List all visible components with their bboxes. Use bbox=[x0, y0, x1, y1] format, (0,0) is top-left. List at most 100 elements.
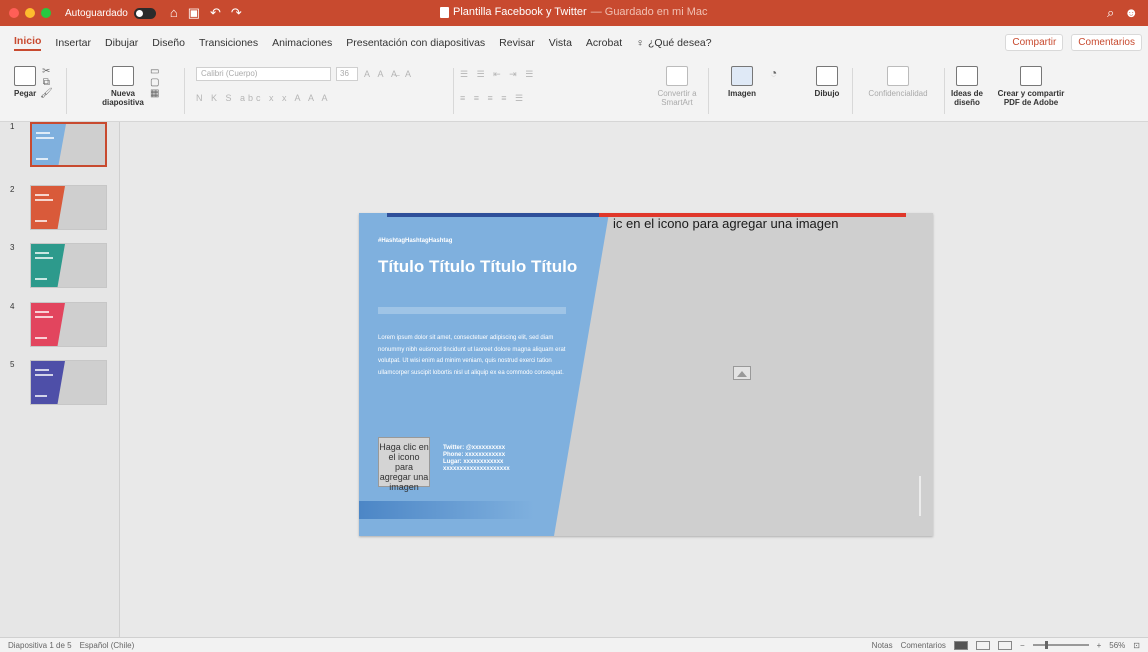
title-divider bbox=[378, 307, 566, 314]
slide-layout-tools[interactable]: ▭ ▢ ▦ bbox=[150, 66, 159, 99]
save-icon[interactable]: ▣ bbox=[188, 5, 200, 21]
font-format-tools[interactable]: N K S abc x x A A A bbox=[196, 93, 331, 103]
picture-icon bbox=[731, 66, 753, 86]
minimize-window-button[interactable] bbox=[25, 8, 35, 18]
redo-icon[interactable]: ↷ bbox=[231, 5, 242, 21]
font-size-tools[interactable]: A A A̶ A bbox=[364, 69, 414, 79]
convert-smartart-button[interactable]: Convertir a SmartArt bbox=[655, 66, 699, 107]
font-size-select[interactable]: 36 bbox=[336, 67, 358, 81]
thumbnail-2[interactable]: 2 bbox=[10, 185, 115, 230]
thumbnail-1[interactable]: 1 bbox=[10, 122, 115, 167]
new-slide-button[interactable]: Nueva diapositiva bbox=[100, 66, 146, 107]
autosave-control[interactable]: Autoguardado bbox=[65, 7, 156, 19]
autosave-label: Autoguardado bbox=[65, 7, 128, 19]
insert-picture-icon[interactable] bbox=[733, 366, 751, 380]
separator bbox=[708, 68, 709, 114]
tab-revisar[interactable]: Revisar bbox=[499, 37, 535, 49]
cut-icon[interactable]: ✂ bbox=[42, 66, 50, 77]
language-indicator[interactable]: Español (Chile) bbox=[80, 641, 135, 650]
paragraph-align-tools[interactable]: ≡ ≡ ≡ ≡ ☰ bbox=[460, 93, 526, 104]
tab-actions: Compartir Comentarios bbox=[1005, 34, 1142, 51]
thumbnail-3[interactable]: 3 bbox=[10, 243, 115, 288]
clipboard-icon bbox=[14, 66, 37, 86]
zoom-in-icon[interactable]: + bbox=[1097, 641, 1102, 650]
slide-thumbnails-pane: 1 2 3 4 5 bbox=[0, 122, 120, 637]
contact-line: xxxxxxxxxxxxxxxxxxxx bbox=[443, 466, 510, 472]
share-button[interactable]: Compartir bbox=[1005, 34, 1064, 51]
zoom-slider[interactable] bbox=[1032, 641, 1089, 649]
save-location: — Guardado en mi Mac bbox=[590, 6, 708, 18]
comments-status-button[interactable]: Comentarios bbox=[901, 641, 946, 650]
tell-me-label: ¿Qué desea? bbox=[647, 37, 712, 49]
clipboard-tools[interactable]: ✂ ⧉ 🖌 bbox=[40, 66, 53, 99]
design-ideas-icon bbox=[956, 66, 978, 86]
zoom-out-icon[interactable]: − bbox=[1020, 641, 1025, 650]
undo-icon[interactable]: ↶ bbox=[210, 5, 221, 21]
copy-icon[interactable]: ⧉ bbox=[43, 77, 50, 88]
document-title: Plantilla Facebook y Twitter — Guardado … bbox=[440, 6, 707, 18]
notes-button[interactable]: Notas bbox=[872, 641, 893, 650]
slide-thumbnail[interactable] bbox=[30, 243, 107, 288]
design-ideas-button[interactable]: Ideas de diseño bbox=[950, 66, 984, 107]
autosave-toggle[interactable] bbox=[133, 7, 156, 19]
slide-sorter-icon[interactable] bbox=[975, 640, 990, 650]
search-icon[interactable]: ⌕ bbox=[1107, 5, 1114, 21]
tell-me-box[interactable]: ♀ ¿Qué desea? bbox=[636, 37, 712, 49]
slide-thumbnail[interactable] bbox=[30, 122, 107, 167]
thumbnail-5[interactable]: 5 bbox=[10, 360, 115, 405]
lightbulb-icon: ♀ bbox=[636, 37, 644, 49]
contact-line: Lugar: xxxxxxxxxxxx bbox=[443, 459, 504, 465]
tab-acrobat[interactable]: Acrobat bbox=[586, 37, 622, 49]
current-slide[interactable]: #HashtagHashtagHashtag Título Título Tít… bbox=[359, 213, 933, 536]
tab-presentacion[interactable]: Presentación con diapositivas bbox=[346, 37, 485, 49]
status-bar: Diapositiva 1 de 5 Español (Chile) Notas… bbox=[0, 637, 1148, 652]
shapes-button[interactable]: ◔ bbox=[770, 66, 777, 80]
tab-dibujar[interactable]: Dibujar bbox=[105, 37, 138, 49]
contact-block[interactable]: Twitter: @xxxxxxxxxx Phone: xxxxxxxxxxxx… bbox=[443, 445, 510, 473]
tab-transiciones[interactable]: Transiciones bbox=[199, 37, 258, 49]
draw-button[interactable]: Dibujo bbox=[810, 66, 844, 98]
shapes-icon: ◔ bbox=[770, 66, 778, 80]
close-window-button[interactable] bbox=[9, 8, 19, 18]
tab-insertar[interactable]: Insertar bbox=[55, 37, 91, 49]
tab-animaciones[interactable]: Animaciones bbox=[272, 37, 332, 49]
slide-hashtag[interactable]: #HashtagHashtagHashtag bbox=[378, 238, 452, 244]
thumbnail-4[interactable]: 4 bbox=[10, 302, 115, 347]
confidentiality-button[interactable]: Confidencialidad bbox=[862, 66, 934, 98]
tab-inicio[interactable]: Inicio bbox=[14, 35, 42, 51]
home-icon[interactable]: ⌂ bbox=[170, 5, 178, 21]
contact-line: Phone: xxxxxxxxxxxx bbox=[443, 452, 506, 458]
fit-slide-icon[interactable]: ⊡ bbox=[1133, 641, 1140, 650]
image-placeholder-label[interactable]: ic en el icono para agregar una imagen bbox=[613, 216, 838, 231]
normal-view-icon[interactable] bbox=[953, 640, 968, 650]
convert-label: Convertir a SmartArt bbox=[657, 89, 697, 107]
slide-thumbnail[interactable] bbox=[30, 185, 107, 230]
format-painter-icon[interactable]: 🖌 bbox=[40, 88, 53, 99]
zoom-window-button[interactable] bbox=[41, 8, 51, 18]
slide-number: 5 bbox=[10, 360, 15, 369]
slide-title[interactable]: Título Título Título Título bbox=[378, 257, 578, 276]
slide-body-text[interactable]: Lorem ipsum dolor sit amet, consectetuer… bbox=[378, 333, 566, 379]
layout-icon[interactable]: ▭ bbox=[150, 66, 159, 77]
paste-button[interactable]: Pegar bbox=[14, 66, 36, 98]
font-name-select[interactable]: Calibri (Cuerpo) bbox=[196, 67, 331, 81]
separator bbox=[66, 68, 67, 114]
new-slide-icon bbox=[112, 66, 134, 86]
list-tools[interactable]: ☰ ☰ ⇤ ⇥ ☰ bbox=[460, 69, 536, 80]
section-icon[interactable]: ▦ bbox=[150, 88, 159, 99]
zoom-level[interactable]: 56% bbox=[1109, 641, 1125, 650]
slide-thumbnail[interactable] bbox=[30, 302, 107, 347]
slide-thumbnail[interactable] bbox=[30, 360, 107, 405]
image-placeholder-small[interactable]: Haga clic en el icono para agregar una i… bbox=[378, 437, 430, 492]
account-icon[interactable]: ☻ bbox=[1124, 5, 1138, 21]
slide-number: 1 bbox=[10, 122, 15, 131]
reading-view-icon[interactable] bbox=[997, 640, 1012, 650]
adobe-pdf-button[interactable]: Crear y compartir PDF de Adobe bbox=[996, 66, 1066, 107]
design-ideas-label: Ideas de diseño bbox=[950, 89, 983, 107]
tab-diseno[interactable]: Diseño bbox=[152, 37, 185, 49]
tab-vista[interactable]: Vista bbox=[549, 37, 572, 49]
comments-button[interactable]: Comentarios bbox=[1071, 34, 1142, 51]
reset-icon[interactable]: ▢ bbox=[150, 77, 159, 88]
image-button[interactable]: Imagen bbox=[722, 66, 762, 98]
quick-access-toolbar: ⌂ ▣ ↶ ↷ bbox=[170, 5, 242, 21]
